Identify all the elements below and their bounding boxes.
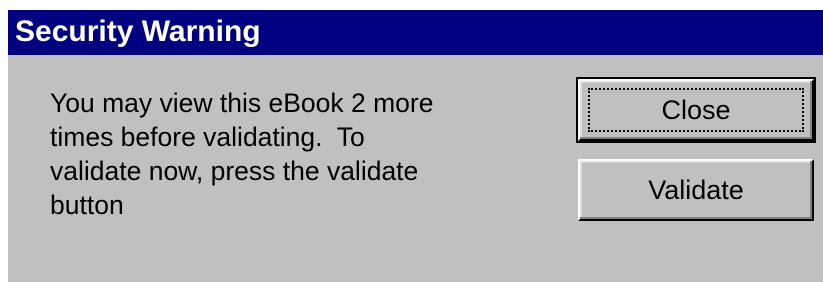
warning-message: You may view this eBook 2 more times bef… [50,86,560,222]
message-line: button [50,190,124,220]
close-button-label: Close [661,95,731,125]
message-line: validate now, press the validate [50,156,419,186]
dialog-title: Security Warning [15,15,261,48]
close-button[interactable]: Close [576,77,816,143]
validate-button[interactable]: Validate [578,159,814,221]
security-warning-dialog: Security Warning You may view this eBook… [8,10,823,282]
message-line: times before validating. To [50,122,365,152]
message-line: You may view this eBook 2 more [50,88,434,118]
title-bar[interactable]: Security Warning [8,10,823,55]
validate-button-label: Validate [648,175,744,205]
